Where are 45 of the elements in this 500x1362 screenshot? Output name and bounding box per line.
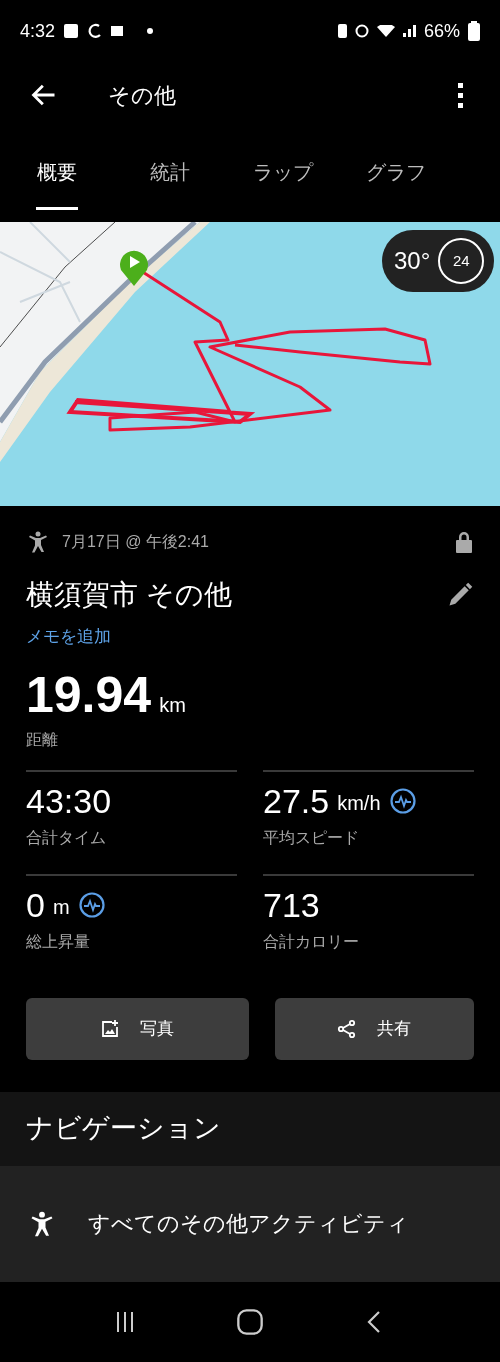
status-time: 4:32 [20, 19, 56, 43]
stat-label: 総上昇量 [26, 931, 90, 952]
share-button[interactable]: 共有 [274, 997, 474, 1060]
navigation-item[interactable]: すべてのその他アクティビティ [0, 1165, 500, 1282]
temperature: 30° [394, 246, 431, 276]
distance-unit: km [159, 692, 186, 718]
wind-speed: 24 [438, 238, 485, 284]
stat-label: 合計タイム [26, 827, 106, 848]
tab[interactable]: 概要 [0, 128, 113, 222]
add-photo-icon [100, 1018, 121, 1039]
distance-value: 19.94 [26, 669, 152, 720]
tab[interactable]: 統計 [113, 128, 226, 222]
lock-icon [454, 530, 474, 554]
screen-title: その他 [108, 81, 176, 110]
photo-button[interactable]: 写真 [26, 997, 249, 1060]
pulse-icon[interactable] [388, 786, 417, 815]
stat-value: 43:30 [26, 783, 112, 818]
sync-icon [87, 23, 104, 39]
tab[interactable]: ラップ [226, 128, 339, 222]
signal-icon [402, 25, 416, 37]
tab[interactable]: グラフ [339, 128, 452, 222]
stat-value: 713 [263, 887, 320, 922]
dot-icon [147, 28, 154, 34]
pulse-icon[interactable] [77, 890, 106, 919]
person-icon [26, 530, 50, 554]
add-note-link[interactable]: メモを追加 [26, 624, 111, 650]
stat-value: 0 [26, 887, 45, 922]
distance-label: 距離 [26, 729, 58, 750]
stat-unit: m [52, 894, 70, 920]
activity-title: 横須賀市 その他 [26, 578, 232, 612]
section-title: ナビゲーション [26, 1112, 221, 1146]
battery-percent: 66% [423, 19, 460, 43]
wifi-icon [376, 25, 395, 37]
share-icon [337, 1018, 358, 1039]
battery-icon [468, 21, 480, 41]
activity-datetime: 7月17日 @ 午後2:41 [62, 532, 209, 552]
stat-value: 27.5 [263, 783, 330, 818]
mail-icon [111, 25, 124, 37]
home-icon[interactable] [236, 1307, 264, 1336]
stat-label: 合計カロリー [263, 931, 359, 952]
stat-label: 平均スピード [263, 827, 359, 848]
stat-unit: km/h [337, 790, 381, 816]
battery-saver-icon [337, 24, 347, 38]
alarm-icon [354, 24, 369, 38]
image-icon [63, 23, 80, 39]
